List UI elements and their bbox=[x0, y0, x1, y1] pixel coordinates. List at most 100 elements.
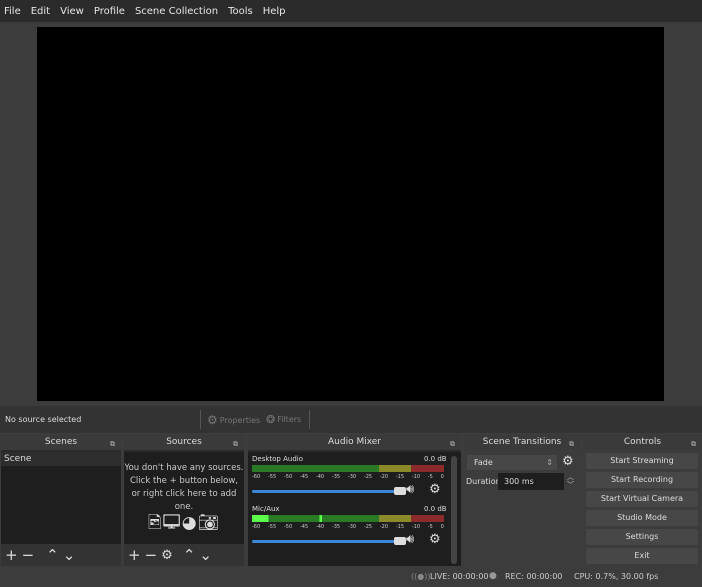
controls-title: Controls bbox=[623, 437, 662, 447]
menu-tools[interactable]: Tools bbox=[228, 6, 253, 17]
meter-tick-label: 0 bbox=[440, 524, 444, 530]
channel-level: 0.0 dB bbox=[424, 455, 447, 463]
scene-item[interactable]: Scene bbox=[1, 452, 121, 466]
meter-tick-label: -30 bbox=[347, 474, 357, 480]
filters-label: Filters bbox=[277, 415, 302, 424]
volume-slider-handle[interactable] bbox=[394, 537, 406, 545]
move-up-button[interactable]: ⌃ bbox=[183, 546, 196, 564]
record-icon: ● bbox=[489, 571, 497, 581]
camera-icon: 📷︎ bbox=[197, 513, 221, 533]
transition-settings-button[interactable]: ⚙ bbox=[562, 454, 574, 469]
meter-tick-label: -20 bbox=[379, 524, 389, 530]
volume-meter bbox=[252, 515, 444, 522]
float-icon[interactable]: ⧉ bbox=[569, 437, 574, 452]
menu-help[interactable]: Help bbox=[263, 6, 286, 17]
menu-edit[interactable]: Edit bbox=[31, 6, 50, 17]
menu-view[interactable]: View bbox=[60, 6, 84, 17]
transitions-title: Scene Transitions bbox=[482, 437, 562, 447]
meter-scale: -60 -55 -50 -45 -40 -35 -30 -25 -20 -15 -10 -5 0 bbox=[252, 524, 444, 530]
meter-tick-label: -5 bbox=[427, 474, 433, 480]
source-settings-button[interactable]: ⚙ bbox=[161, 548, 173, 563]
channel-name: Desktop Audio bbox=[252, 455, 303, 463]
studio-mode-button[interactable]: Studio Mode bbox=[586, 510, 698, 526]
audio-mixer-dock: Audio Mixer ⧉ Desktop Audio 0.0 dB -60 -55… bbox=[248, 435, 461, 566]
meter-tick-label: -15 bbox=[395, 524, 405, 530]
meter-tick-label: -60 bbox=[252, 474, 261, 480]
divider bbox=[200, 410, 201, 429]
meter-tick-label: -55 bbox=[267, 474, 277, 480]
float-icon[interactable]: ⧉ bbox=[233, 437, 238, 452]
float-icon[interactable]: ⧉ bbox=[691, 437, 696, 452]
duration-spinner[interactable]: ︿ ﹀ bbox=[565, 473, 576, 490]
empty-hint: or right click here to add one. bbox=[131, 489, 237, 512]
meter-tick-label: -50 bbox=[283, 474, 293, 480]
no-source-label: No source selected bbox=[5, 415, 82, 424]
properties-button[interactable]: ⚙ Properties bbox=[207, 413, 260, 427]
remove-scene-button[interactable]: − bbox=[22, 546, 35, 564]
sources-title: Sources bbox=[166, 437, 202, 447]
duration-label: Duration bbox=[466, 477, 501, 486]
settings-button[interactable]: Settings bbox=[586, 529, 698, 545]
mixer-scrollbar[interactable] bbox=[451, 456, 457, 564]
move-up-button[interactable]: ⌃ bbox=[46, 546, 59, 564]
rec-time: REC: 00:00:00 bbox=[505, 572, 563, 581]
remove-source-button[interactable]: − bbox=[145, 546, 158, 564]
properties-label: Properties bbox=[219, 415, 261, 425]
transition-value: Fade bbox=[474, 458, 493, 467]
streaming-icon: ((●)) bbox=[411, 572, 431, 581]
menu-profile[interactable]: Profile bbox=[94, 6, 125, 17]
menu-scene-collection[interactable]: Scene Collection bbox=[135, 6, 218, 17]
empty-hint: You don't have any sources. bbox=[124, 463, 244, 473]
scenes-list[interactable]: Scene bbox=[1, 452, 121, 544]
meter-tick-label: -40 bbox=[315, 524, 325, 530]
status-bar: ((●)) LIVE: 00:00:00 ● REC: 00:00:00 CPU… bbox=[0, 567, 702, 587]
gear-icon: ⚙ bbox=[207, 413, 218, 427]
image-icon: 🖻 bbox=[147, 513, 163, 533]
start-streaming-button[interactable]: Start Streaming bbox=[586, 453, 698, 469]
meter-tick-label: -55 bbox=[267, 524, 277, 530]
float-icon[interactable]: ⧉ bbox=[450, 437, 455, 452]
meter-tick-label: -15 bbox=[395, 474, 405, 480]
float-icon[interactable]: ⧉ bbox=[110, 437, 115, 452]
menu-file[interactable]: File bbox=[4, 6, 21, 17]
meter-tick-label: 0 bbox=[440, 474, 444, 480]
gear-icon[interactable]: ⚙ bbox=[429, 532, 441, 547]
speaker-icon[interactable]: 🔊︎ bbox=[406, 482, 414, 497]
volume-slider-handle[interactable] bbox=[394, 487, 406, 495]
meter-tick-label: -10 bbox=[411, 524, 421, 530]
volume-slider[interactable] bbox=[252, 490, 400, 493]
sources-dock: Sources ⧉ You don't have any sources. Cli… bbox=[124, 435, 244, 566]
preview-canvas[interactable] bbox=[37, 27, 664, 401]
scenes-title: Scenes bbox=[44, 437, 78, 447]
scene-transitions-dock: Scene Transitions ⧉ Fade ⇕ ⚙ Duration 300 … bbox=[464, 435, 580, 566]
menu-bar: File Edit View Profile Scene Collection … bbox=[0, 0, 702, 22]
meter-tick-label: -5 bbox=[427, 524, 433, 530]
cpu-usage: CPU: 0.7%, 30.00 fps bbox=[574, 572, 659, 581]
mixer-title: Audio Mixer bbox=[328, 437, 381, 447]
display-icon: 🖵 bbox=[162, 513, 182, 533]
globe-icon: ◕ bbox=[181, 513, 198, 533]
meter-tick-label: -30 bbox=[347, 524, 357, 530]
start-recording-button[interactable]: Start Recording bbox=[586, 472, 698, 488]
duration-input[interactable]: 300 ms bbox=[498, 473, 564, 490]
filters-button[interactable]: ❂ Filters bbox=[266, 413, 301, 426]
meter-tick-label: -45 bbox=[299, 524, 309, 530]
speaker-icon[interactable]: 🔊︎ bbox=[406, 532, 414, 547]
sources-list[interactable]: You don't have any sources. Click the + … bbox=[124, 452, 244, 544]
empty-hint: Click the + button below, bbox=[129, 476, 238, 486]
add-source-button[interactable]: + bbox=[128, 546, 141, 564]
live-time: LIVE: 00:00:00 bbox=[430, 572, 489, 581]
move-down-button[interactable]: ⌄ bbox=[199, 546, 212, 564]
volume-slider[interactable] bbox=[252, 540, 400, 543]
start-virtual-camera-button[interactable]: Start Virtual Camera bbox=[586, 491, 698, 507]
meter-tick-label: -10 bbox=[411, 474, 421, 480]
mixer-panel: Desktop Audio 0.0 dB -60 -55 -50 -45 -40 -35-… bbox=[248, 452, 461, 566]
move-down-button[interactable]: ⌄ bbox=[63, 546, 76, 564]
gear-icon[interactable]: ⚙ bbox=[429, 482, 441, 497]
add-scene-button[interactable]: + bbox=[5, 546, 18, 564]
chevron-updown-icon: ⇕ bbox=[546, 458, 553, 467]
meter-tick-label: -60 bbox=[252, 524, 261, 530]
transition-select[interactable]: Fade ⇕ bbox=[467, 455, 557, 470]
duration-value: 300 ms bbox=[504, 477, 534, 486]
exit-button[interactable]: Exit bbox=[586, 548, 698, 564]
